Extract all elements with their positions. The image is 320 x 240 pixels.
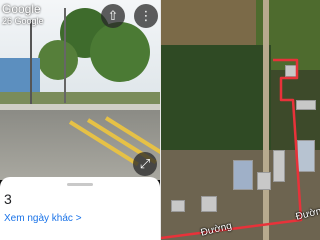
satellite-map[interactable]: Đường Đường (161, 0, 320, 240)
google-watermark: Google (2, 2, 41, 16)
image-date-watermark: 26 Google (2, 16, 44, 26)
more-options-button[interactable]: ⋮ (134, 4, 158, 28)
share-button[interactable]: ⇧ (101, 4, 125, 28)
view-other-dates-label: Xem ngày khác (4, 213, 73, 224)
route-line (161, 58, 303, 240)
chevron-right-icon: > (75, 213, 82, 224)
drag-handle[interactable] (67, 183, 93, 186)
route-overlay (161, 58, 303, 240)
tree (38, 40, 78, 80)
expand-icon: ⤢ (139, 156, 151, 171)
share-icon: ⇧ (107, 8, 119, 23)
more-vertical-icon: ⋮ (139, 8, 153, 23)
info-card[interactable]: 3 Xem ngày khác > (0, 177, 160, 240)
expand-button[interactable]: ⤢ (133, 152, 157, 176)
card-number: 3 (4, 191, 12, 207)
street-view-panel[interactable]: Google 26 Google ⇧ ⋮ ⤢ 3 Xem ngày khác > (0, 0, 160, 240)
utility-pole (64, 8, 66, 103)
tree (90, 22, 150, 82)
utility-pole (30, 20, 32, 110)
view-other-dates-link[interactable]: Xem ngày khác > (4, 213, 82, 224)
